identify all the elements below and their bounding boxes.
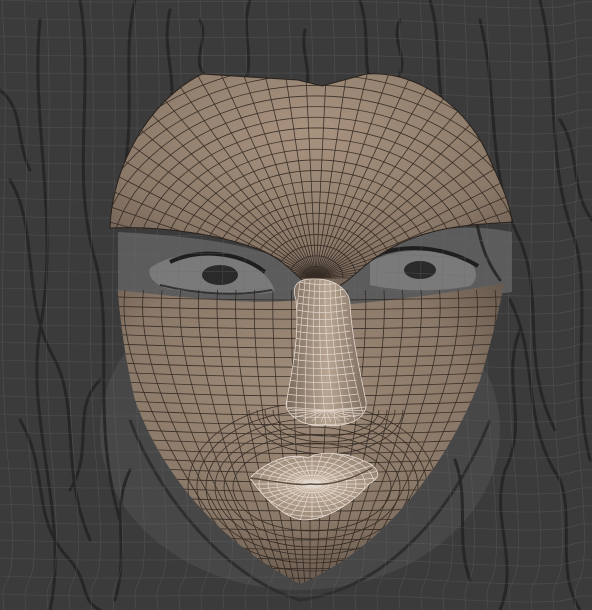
modeling-scene[interactable] bbox=[0, 0, 592, 610]
3d-viewport[interactable] bbox=[0, 0, 592, 610]
